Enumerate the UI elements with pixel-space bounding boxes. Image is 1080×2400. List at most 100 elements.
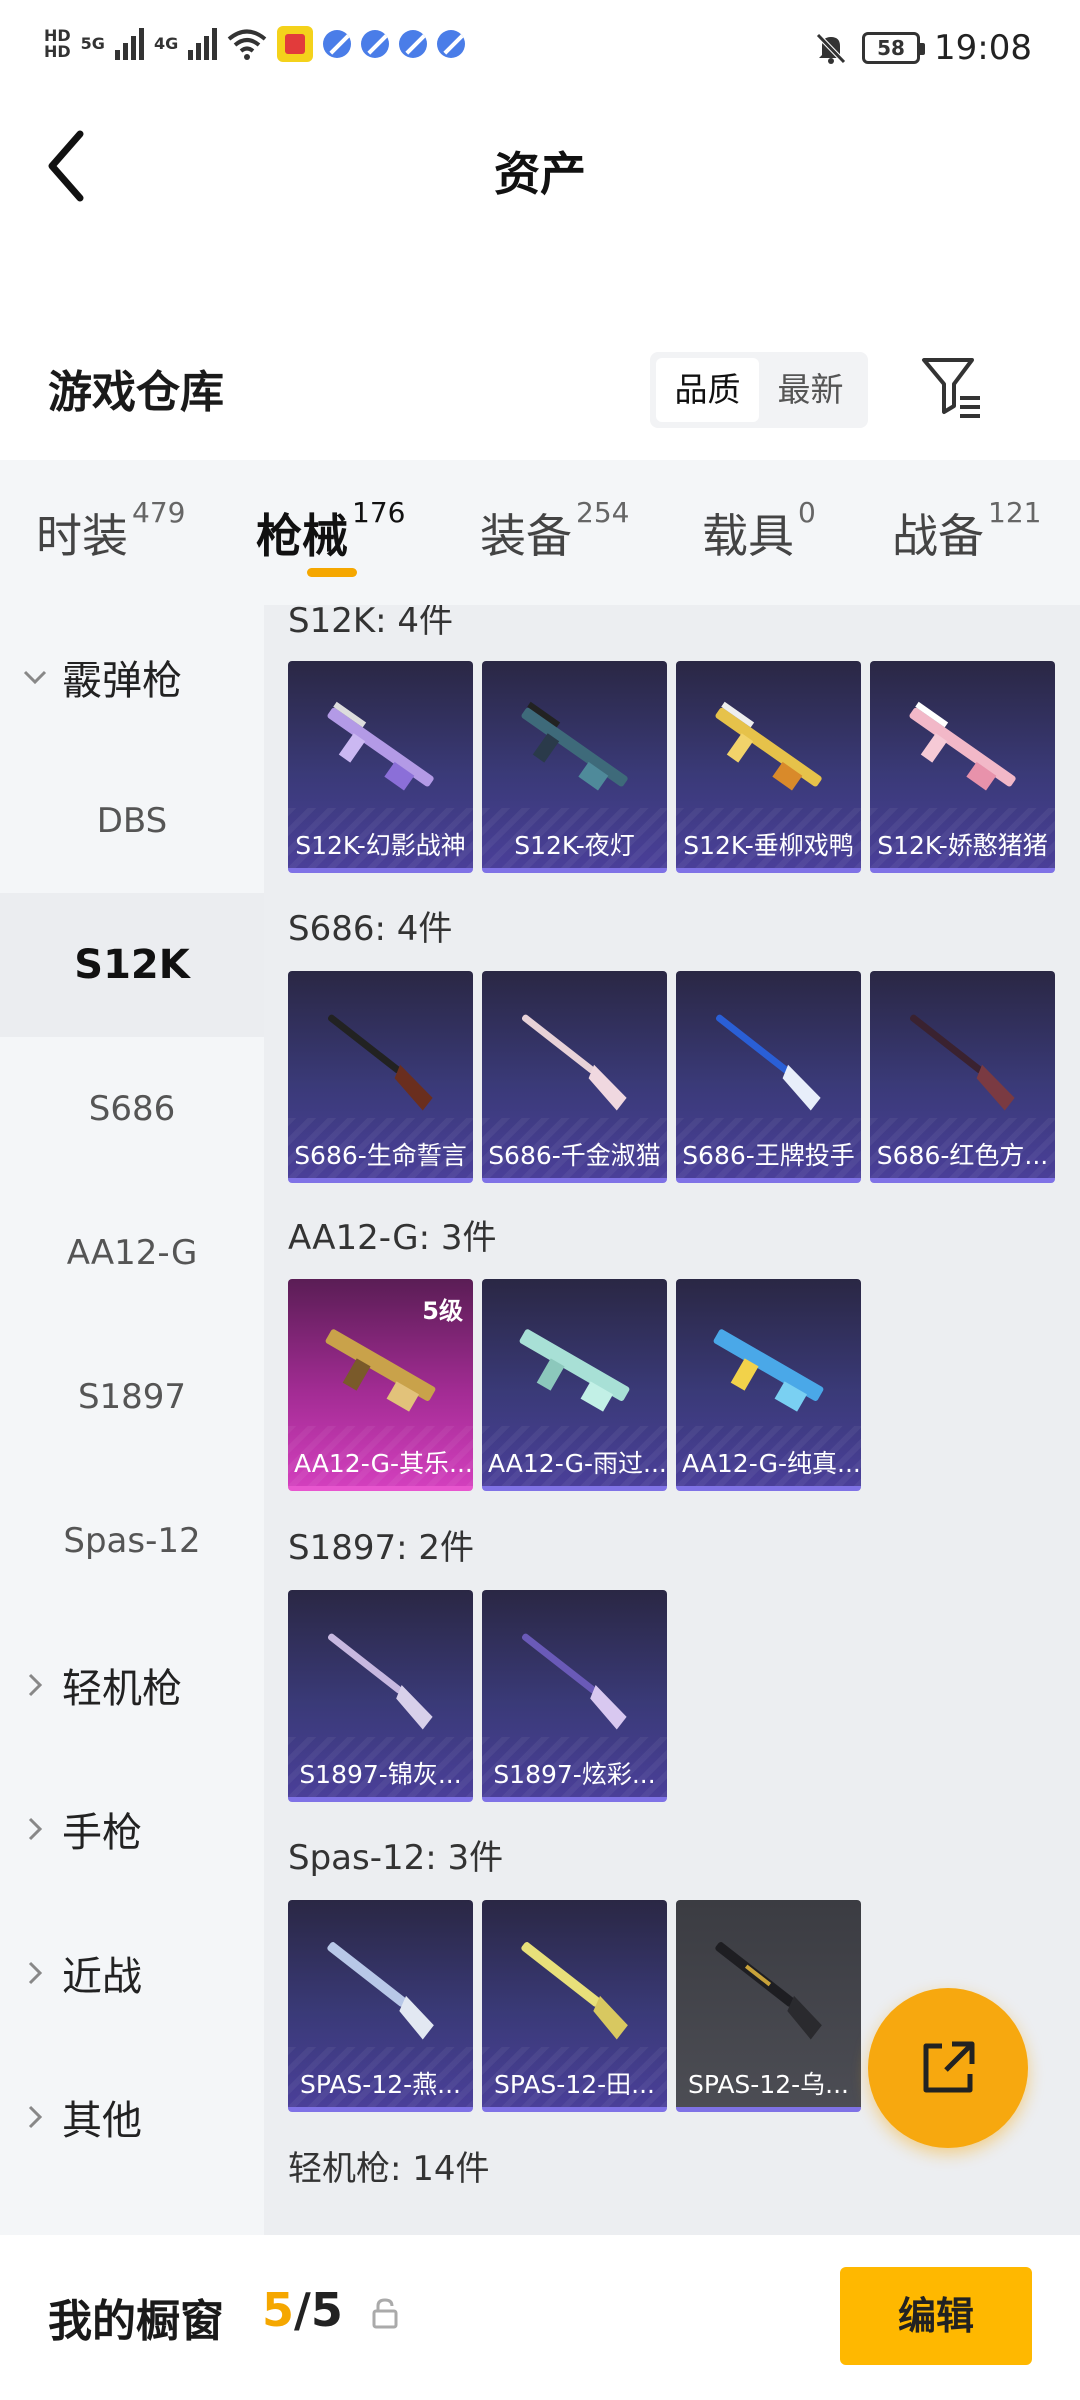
edit-button[interactable]: 编辑 <box>840 2267 1032 2365</box>
sidebar-item-s1897[interactable]: S1897 <box>0 1325 264 1469</box>
weapon-sidebar: 霰弹枪 DBS S12K S686 AA12-G S1897 Spas-12 轻… <box>0 605 264 2235</box>
tab-label: 时装 <box>36 509 128 563</box>
section-title: S1897: 2件 <box>288 1528 475 1568</box>
card-label: S686-千金淑猫 <box>488 1141 661 1170</box>
signal-2-icon <box>188 28 218 60</box>
weapon-card[interactable]: SPAS-12-燕... <box>288 1900 473 2112</box>
weapon-card[interactable]: 5级 AA12-G-其乐... <box>288 1279 473 1491</box>
tab-count: 121 <box>988 496 1042 529</box>
shotgun-icon <box>715 1942 822 2040</box>
rifle-icon <box>909 701 1016 791</box>
lock-icon <box>372 2298 398 2329</box>
sidebar-item-spas12[interactable]: Spas-12 <box>0 1469 264 1613</box>
shotgun-icon <box>327 1014 433 1111</box>
bell-muted-icon <box>816 33 846 64</box>
showcase-title: 我的橱窗 <box>48 2296 224 2347</box>
weapon-card[interactable]: SPAS-12-乌... <box>676 1900 861 2112</box>
card-label: S12K-幻影战神 <box>295 831 466 860</box>
showcase-count-current: 5 <box>262 2283 295 2337</box>
tab-vehicles[interactable]: 载具 0 <box>702 496 816 566</box>
tab-label: 载具 <box>702 509 794 563</box>
sidebar-group-label: 霰弹枪 <box>62 658 182 704</box>
tab-supplies[interactable]: 战备 121 <box>892 496 1041 566</box>
card-label: S12K-夜灯 <box>514 831 635 860</box>
card-label: AA12-G-纯真... <box>682 1449 861 1478</box>
tab-count: 176 <box>352 496 406 529</box>
sidebar-group-melee[interactable]: 近战 <box>0 1901 264 2045</box>
tab-label: 战备 <box>892 509 984 563</box>
rifle-icon <box>521 701 628 791</box>
card-label: S686-王牌投手 <box>682 1141 855 1170</box>
card-label: SPAS-12-乌... <box>687 2070 849 2099</box>
rifle-icon <box>713 1329 824 1412</box>
tab-fashion[interactable]: 时装 479 <box>36 496 185 566</box>
sidebar-group-label: 近战 <box>62 1954 142 2000</box>
sidebar-group-lmg[interactable]: 轻机枪 <box>0 1613 264 1757</box>
sidebar-item-s686[interactable]: S686 <box>0 1037 264 1181</box>
tab-equipment[interactable]: 装备 254 <box>480 496 629 566</box>
rifle-icon <box>325 1329 436 1412</box>
tab-count: 254 <box>576 496 630 529</box>
sort-newest-button[interactable]: 最新 <box>759 358 862 422</box>
sidebar-group-other[interactable]: 其他 <box>0 2045 264 2189</box>
sidebar-group-label: 手枪 <box>62 1810 142 1856</box>
tab-count: 479 <box>132 496 186 529</box>
app-notification-icon <box>277 26 314 62</box>
card-label: AA12-G-其乐... <box>294 1449 473 1478</box>
weapon-card[interactable]: AA12-G-纯真... <box>676 1279 861 1491</box>
network-5g-text: 5G <box>80 34 105 53</box>
shotgun-icon <box>521 1014 627 1111</box>
chevron-right-icon <box>28 1673 43 1697</box>
weapon-card[interactable]: S12K-垂柳戏鸭 <box>676 661 861 873</box>
app-header: 资产 <box>0 110 1080 230</box>
sidebar-group-pistol[interactable]: 手枪 <box>0 1757 264 1901</box>
shotgun-icon <box>521 1633 627 1730</box>
section-title: S686: 4件 <box>288 909 453 949</box>
section-title: 轻机枪: 14件 <box>288 2149 490 2189</box>
category-tabs: 时装 479 枪械 176 装备 254 载具 0 战备 121 <box>0 460 1080 605</box>
network-4g-text: 4G <box>153 34 179 53</box>
weapon-card[interactable]: SPAS-12-田... <box>482 1900 667 2112</box>
sidebar-item-dbs[interactable]: DBS <box>0 749 264 893</box>
notification-dot-icon <box>323 30 352 58</box>
active-tab-indicator <box>307 568 357 577</box>
showcase-count-total: 5 <box>310 2283 343 2337</box>
filter-icon[interactable] <box>920 354 984 424</box>
sidebar-item-s12k[interactable]: S12K <box>0 893 264 1037</box>
sort-quality-button[interactable]: 品质 <box>656 358 759 422</box>
wifi-icon <box>227 29 267 60</box>
sidebar-item-aa12g[interactable]: AA12-G <box>0 1181 264 1325</box>
rifle-icon <box>715 701 822 791</box>
shotgun-icon <box>327 1942 434 2040</box>
sidebar-group-label: 轻机枪 <box>62 1666 182 1712</box>
weapon-card[interactable]: S686-千金淑猫 <box>482 971 667 1183</box>
notification-dot-icon <box>437 30 466 58</box>
weapon-card[interactable]: S686-生命誓言 <box>288 971 473 1183</box>
sidebar-group-shotgun[interactable]: 霰弹枪 <box>0 605 264 749</box>
status-right: 58 19:08 <box>814 28 1032 68</box>
card-label: S686-生命誓言 <box>294 1141 467 1170</box>
section-title: Spas-12: 3件 <box>288 1838 504 1878</box>
card-label: AA12-G-雨过... <box>488 1449 667 1478</box>
tab-firearms[interactable]: 枪械 176 <box>256 496 405 566</box>
weapon-card[interactable]: AA12-G-雨过... <box>482 1279 667 1491</box>
status-left: HD HD 5G 4G <box>44 26 466 62</box>
sidebar-group-label: 其他 <box>62 2098 142 2144</box>
rifle-icon <box>327 701 434 791</box>
status-bar: HD HD 5G 4G 58 19:08 <box>0 0 1080 100</box>
signal-1-icon <box>114 28 144 60</box>
share-fab-button[interactable] <box>868 1988 1028 2148</box>
weapon-card[interactable]: S1897-锦灰... <box>288 1590 473 1802</box>
weapon-card[interactable]: S12K-幻影战神 <box>288 661 473 873</box>
weapon-card[interactable]: S686-红色方... <box>870 971 1055 1183</box>
weapon-card[interactable]: S1897-炫彩... <box>482 1590 667 1802</box>
chevron-right-icon <box>28 1961 43 1985</box>
page-title: 资产 <box>494 147 586 201</box>
notification-dot-icon <box>399 30 428 58</box>
weapon-card[interactable]: S12K-夜灯 <box>482 661 667 873</box>
weapon-card[interactable]: S686-王牌投手 <box>676 971 861 1183</box>
weapon-card[interactable]: S12K-娇憨猪猪 <box>870 661 1055 873</box>
chevron-down-icon <box>23 670 47 685</box>
card-label: S686-红色方... <box>876 1141 1049 1170</box>
showcase-bar: 我的橱窗 5/5 编辑 <box>0 2235 1080 2400</box>
